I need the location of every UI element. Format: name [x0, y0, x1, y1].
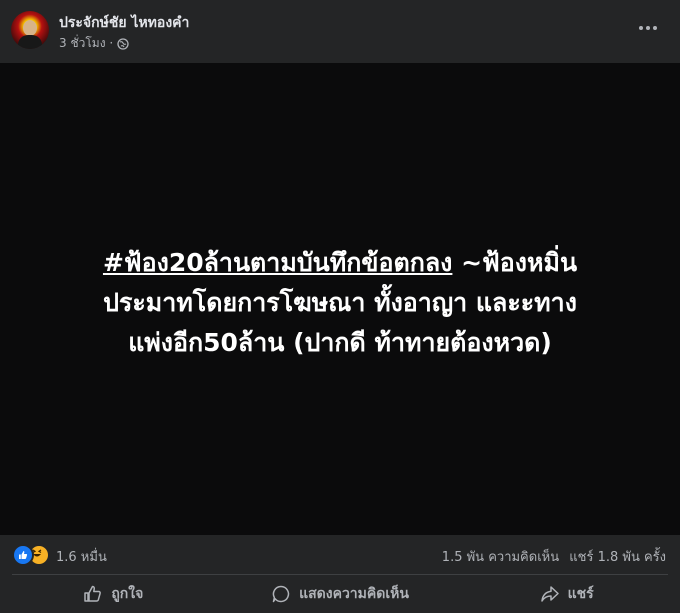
like-button[interactable]: ถูกใจ	[0, 576, 227, 612]
comment-button[interactable]: แสดงความคิดเห็น	[227, 576, 454, 612]
media-text-line3: แพ่งอีก50ล้าน (ปากดี ท้าทายต้องหวด)	[128, 328, 552, 357]
post-card: ประจักษ์ชัย ไหทองคำ 3 ชั่วโมง · #ฟ้อง20ล…	[0, 0, 680, 613]
comment-label: แสดงความคิดเห็น	[299, 586, 409, 602]
avatar-face	[23, 20, 37, 36]
media-text: #ฟ้อง20ล้านตามบันทึกข้อตกลง ~ฟ้องหมิ่น ป…	[30, 243, 650, 363]
globe-icon	[117, 37, 129, 50]
media-text-line2: ประมาทโดยการโฆษณา ทั้งอาญา และะทาง	[103, 288, 577, 317]
thumbs-up-icon	[84, 585, 102, 602]
post-header: ประจักษ์ชัย ไหทองคำ 3 ชั่วโมง ·	[0, 0, 680, 62]
post-stats: 1.5 พัน ความคิดเห็น แชร์ 1.8 พัน ครั้ง	[436, 546, 666, 567]
like-reaction-icon	[12, 544, 34, 566]
divider	[12, 574, 668, 575]
like-label: ถูกใจ	[111, 586, 144, 602]
reaction-icons[interactable]	[12, 544, 52, 566]
share-count[interactable]: แชร์ 1.8 พัน ครั้ง	[569, 550, 666, 565]
share-label: แชร์	[567, 586, 594, 602]
share-arrow-icon	[540, 586, 559, 602]
comment-count[interactable]: 1.5 พัน ความคิดเห็น	[442, 550, 559, 565]
action-bar: ถูกใจ แสดงความคิดเห็น แชร์	[0, 576, 680, 612]
reaction-count[interactable]: 1.6 หมื่น	[56, 546, 107, 567]
author-name[interactable]: ประจักษ์ชัย ไหทองคำ	[59, 12, 189, 34]
media-text-line1: ~ฟ้องหมิ่น	[452, 248, 578, 277]
reactions-bar: 1.6 หมื่น 1.5 พัน ความคิดเห็น แชร์ 1.8 พ…	[0, 537, 680, 571]
share-button[interactable]: แชร์	[453, 576, 680, 612]
avatar-body	[18, 35, 42, 49]
comment-bubble-icon	[272, 585, 290, 603]
author-avatar[interactable]	[11, 11, 49, 49]
hashtag-link[interactable]: #ฟ้อง20ล้านตามบันทึกข้อตกลง	[103, 248, 452, 277]
more-dots-icon	[639, 26, 657, 30]
post-meta: 3 ชั่วโมง ·	[59, 34, 129, 53]
post-media[interactable]: #ฟ้อง20ล้านตามบันทึกข้อตกลง ~ฟ้องหมิ่น ป…	[0, 63, 680, 535]
more-options-button[interactable]	[636, 18, 660, 38]
post-time[interactable]: 3 ชั่วโมง ·	[59, 34, 113, 53]
